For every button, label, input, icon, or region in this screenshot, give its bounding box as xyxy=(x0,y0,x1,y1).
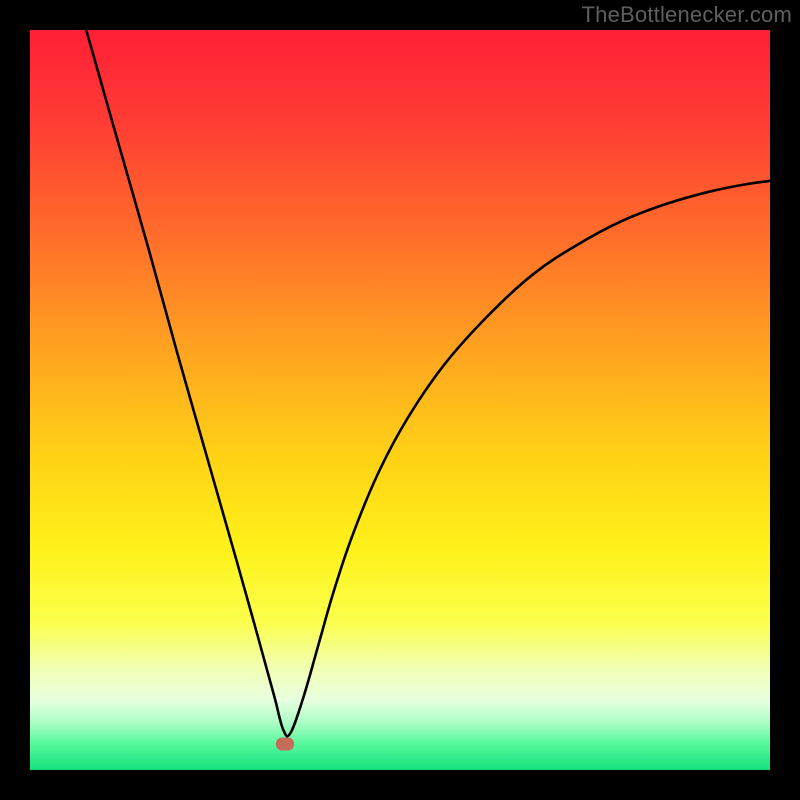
optimal-point-marker xyxy=(276,738,294,751)
plot-area xyxy=(30,30,770,770)
bottleneck-curve xyxy=(86,30,770,736)
chart-frame: TheBottlenecker.com xyxy=(0,0,800,800)
plot-curve-layer xyxy=(30,30,770,770)
source-watermark: TheBottlenecker.com xyxy=(582,2,792,28)
